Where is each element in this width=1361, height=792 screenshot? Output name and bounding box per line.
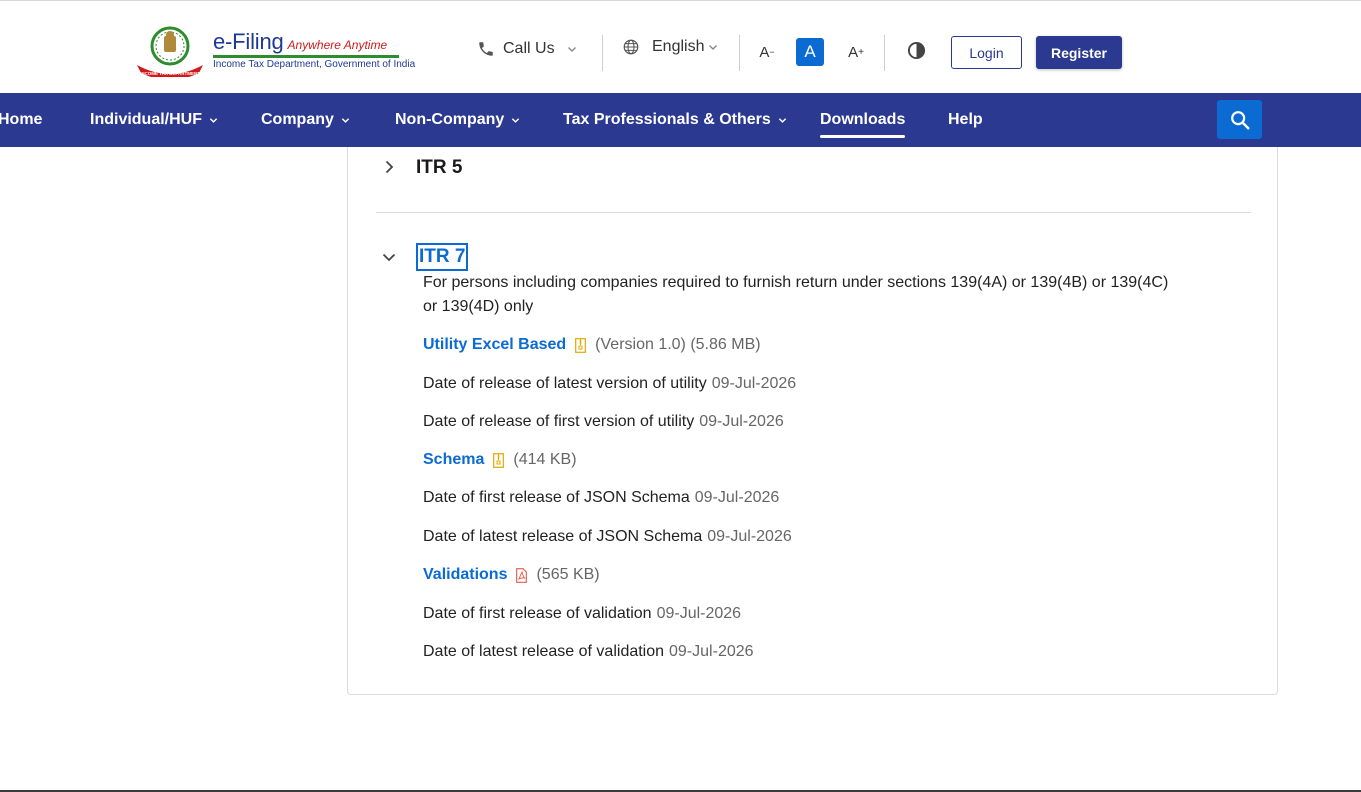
nav-item-label: Company	[261, 111, 334, 128]
chevron-down-icon	[778, 117, 786, 123]
chevron-down-icon	[209, 117, 218, 123]
nav-item-label: Downloads	[820, 111, 906, 128]
register-button[interactable]: Register	[1036, 36, 1122, 69]
font-decrease-button[interactable]: A −	[753, 38, 781, 66]
globe-icon	[623, 39, 639, 55]
font-increase-label: A	[848, 43, 859, 61]
schema-first-row: Date of first release of JSON Schema 09-J…	[423, 489, 779, 507]
header-divider	[739, 35, 740, 71]
header-divider	[602, 35, 603, 71]
nav-item-home[interactable]: Home	[0, 93, 42, 147]
nav-item-label: Tax Professionals & Others	[563, 111, 771, 128]
emblem-ribbon-text: INCOME TAX DEPARTMENT	[140, 71, 200, 76]
nav-item-label: Non-Company	[395, 111, 505, 128]
validation-first-date: 09-Jul-2026	[656, 605, 742, 622]
zip-file-icon[interactable]	[575, 337, 587, 353]
search-icon	[1230, 110, 1249, 129]
main-nav: Home Individual/HUF Company Non-Company …	[0, 93, 1361, 147]
brand-rule	[213, 55, 399, 58]
brand-subtitle: Income Tax Department, Government of Ind…	[213, 59, 416, 70]
nav-item-downloads[interactable]: Downloads	[820, 93, 906, 147]
pdf-file-icon[interactable]	[516, 567, 528, 583]
font-normal-label: A	[804, 42, 816, 61]
nav-item-individual-huf[interactable]: Individual/HUF	[90, 93, 218, 147]
login-button[interactable]: Login	[951, 36, 1022, 69]
utility-excel-link[interactable]: Utility Excel Based	[423, 336, 566, 354]
itr7-description: For persons including companies required…	[423, 274, 1169, 315]
validation-latest-date: 09-Jul-2026	[669, 643, 754, 660]
font-increase-button[interactable]: A +	[842, 38, 870, 66]
language-label: English	[652, 38, 705, 55]
brand-tagline: Anywhere Anytime	[287, 38, 388, 52]
utility-meta: (Version 1.0) (5.86 MB)	[595, 336, 761, 353]
validations-meta: (565 KB)	[536, 566, 600, 583]
chevron-down-icon	[709, 45, 718, 50]
schema-latest-label: Date of latest release of JSON Schema	[423, 528, 703, 545]
emblem-icon: INCOME TAX DEPARTMENT	[137, 26, 203, 77]
schema-link[interactable]: Schema	[423, 451, 484, 469]
chevron-down-icon	[341, 117, 350, 123]
validation-latest-row: Date of latest release of validation 09-J…	[423, 643, 754, 661]
schema-latest-row: Date of latest release of JSON Schema 09-…	[423, 528, 792, 546]
accordion-divider	[376, 212, 1251, 213]
validation-first-row: Date of first release of validation 09-Ju…	[423, 605, 741, 623]
nav-item-label: Help	[948, 111, 983, 128]
utility-latest-label: Date of release of latest version of uti…	[423, 375, 707, 392]
schema-first-label: Date of first release of JSON Schema	[423, 489, 690, 506]
nav-item-company[interactable]: Company	[261, 93, 350, 147]
schema-latest-date: 09-Jul-2026	[707, 528, 792, 545]
font-decrease-label: A	[759, 43, 770, 61]
header-divider	[884, 35, 885, 71]
validation-first-label: Date of first release of validation	[423, 605, 652, 622]
utility-latest-row: Date of release of latest version of uti…	[423, 375, 796, 393]
schema-row: Schema (414 KB)	[423, 451, 577, 469]
utility-first-date: 09-Jul-2026	[699, 413, 784, 430]
language-dropdown[interactable]: English	[622, 1, 718, 93]
active-indicator	[820, 135, 906, 138]
schema-first-date: 09-Jul-2026	[694, 489, 780, 506]
validations-link[interactable]: Validations	[423, 566, 507, 584]
brand-name: e-Filing	[213, 29, 284, 54]
utility-first-label: Date of release of first version of util…	[423, 413, 695, 430]
search-button[interactable]	[1217, 100, 1262, 139]
validations-row: Validations (565 KB)	[423, 566, 600, 584]
call-us-dropdown[interactable]: Call Us	[477, 3, 577, 95]
validation-latest-label: Date of latest release of validation	[423, 643, 665, 660]
nav-item-tax-professionals[interactable]: Tax Professionals & Others	[563, 93, 787, 147]
chevron-down-icon[interactable]	[382, 250, 396, 264]
brand-title: e-Filing Anywhere Anytime	[213, 29, 387, 55]
site-header: INCOME TAX DEPARTMENT e-Filing Anywhere A…	[0, 1, 1361, 93]
contrast-icon[interactable]	[907, 41, 926, 60]
utility-row: Utility Excel Based (Version 1.0) (5.86 …	[423, 336, 761, 354]
nav-item-non-company[interactable]: Non-Company	[395, 93, 520, 147]
utility-first-row: Date of release of first version of util…	[423, 413, 784, 431]
font-normal-button[interactable]: A	[796, 38, 824, 66]
accordion-title-itr7[interactable]: ITR 7	[416, 243, 469, 271]
nav-item-help[interactable]: Help	[948, 93, 983, 147]
call-us-label: Call Us	[503, 40, 555, 57]
efiling-logo[interactable]: INCOME TAX DEPARTMENT e-Filing Anywhere A…	[133, 25, 415, 77]
nav-item-label: Individual/HUF	[90, 111, 202, 128]
chevron-down-icon	[512, 117, 520, 123]
accordion-title-itr5[interactable]: ITR 5	[416, 157, 462, 179]
chevron-down-icon	[567, 47, 576, 52]
chevron-right-icon[interactable]	[382, 160, 396, 174]
nav-item-label: Home	[0, 111, 43, 128]
schema-meta: (414 KB)	[513, 451, 577, 468]
zip-file-icon[interactable]	[493, 452, 505, 468]
itr-downloads-panel: ITR 5 ITR 7 For persons including compan…	[347, 147, 1278, 695]
utility-latest-date: 09-Jul-2026	[711, 375, 797, 392]
phone-icon	[479, 42, 493, 56]
